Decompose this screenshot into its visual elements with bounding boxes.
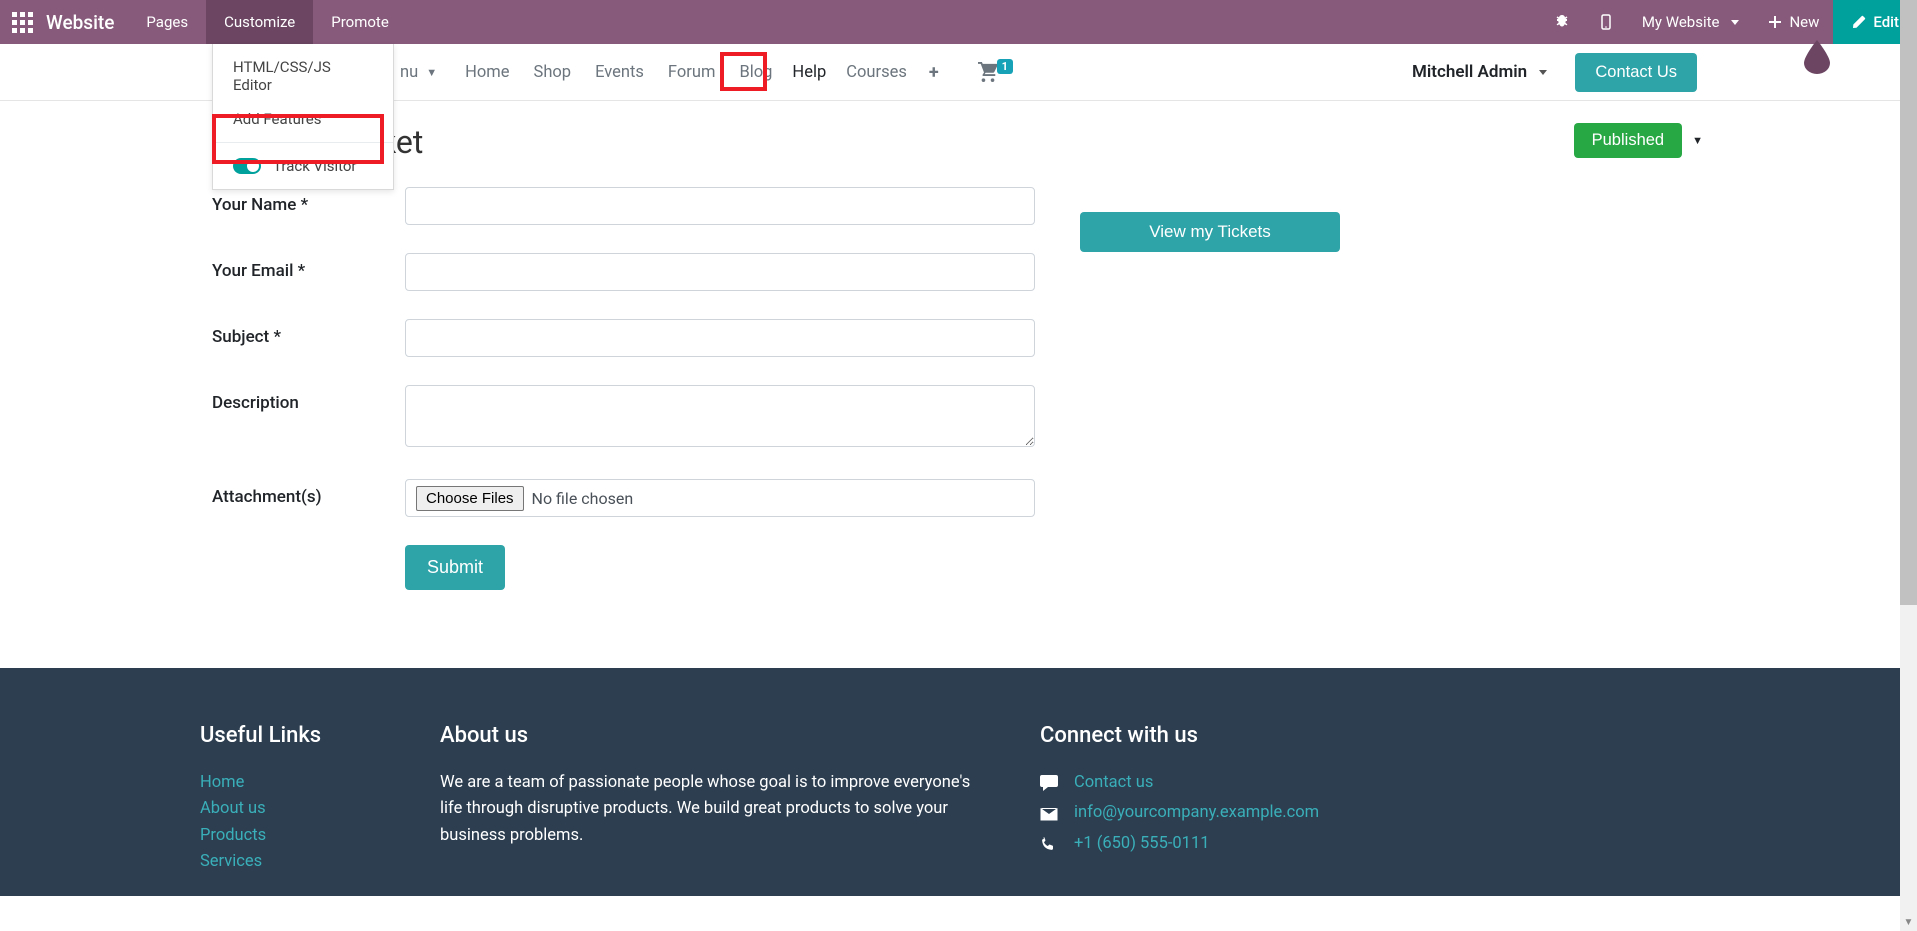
published-status: Published ▼ <box>1574 123 1713 158</box>
input-your-email[interactable] <box>405 253 1035 291</box>
footer-contact-link[interactable]: Contact us <box>1074 770 1153 796</box>
chevron-down-icon[interactable]: ▼ <box>426 66 437 79</box>
chat-icon <box>1040 775 1060 791</box>
submit-button[interactable]: Submit <box>405 545 505 590</box>
edit-label: Edit <box>1873 13 1899 31</box>
nav-help[interactable]: Help <box>784 63 834 82</box>
choose-files-button[interactable]: Choose Files <box>416 486 524 511</box>
dd-add-features[interactable]: Add Features <box>213 102 393 136</box>
mobile-preview-button[interactable] <box>1584 0 1628 44</box>
top-app-bar: Website Pages Customize Promote My Websi… <box>0 0 1917 44</box>
label-subject: Subject * <box>200 319 405 347</box>
nav-home[interactable]: Home <box>453 63 521 82</box>
cart-button[interactable]: 1 <box>977 62 1015 82</box>
my-website-label: My Website <box>1642 13 1720 31</box>
contact-us-button[interactable]: Contact Us <box>1575 53 1697 92</box>
bug-icon <box>1554 14 1570 30</box>
nav-courses[interactable]: Courses <box>834 63 919 82</box>
phone-icon <box>1040 836 1060 852</box>
published-caret[interactable]: ▼ <box>1682 123 1713 158</box>
view-my-tickets-button[interactable]: View my Tickets <box>1080 212 1340 252</box>
apps-grid-icon <box>12 12 33 33</box>
input-your-name[interactable] <box>405 187 1035 225</box>
nav-add-menu[interactable]: + <box>919 62 949 83</box>
toggle-switch-icon[interactable] <box>233 158 261 174</box>
about-heading: About us <box>440 723 980 748</box>
about-text: We are a team of passionate people whose… <box>440 770 980 849</box>
useful-links-heading: Useful Links <box>200 723 380 748</box>
nav-fragment: nu <box>400 63 418 82</box>
new-label: New <box>1789 13 1819 31</box>
label-your-name: Your Name * <box>200 187 405 215</box>
nav-forum[interactable]: Forum <box>656 63 728 82</box>
plus-icon <box>1767 14 1783 30</box>
dropdown-divider <box>213 142 393 143</box>
nav-events[interactable]: Events <box>583 63 656 82</box>
debug-icon-button[interactable] <box>1540 0 1584 44</box>
footer: Useful Links Home About us Products Serv… <box>0 668 1917 896</box>
footer-email-link[interactable]: info@yourcompany.example.com <box>1074 800 1319 826</box>
inkdrop-icon[interactable] <box>1802 40 1832 74</box>
menu-pages[interactable]: Pages <box>128 0 206 44</box>
footer-link-services[interactable]: Services <box>200 849 380 875</box>
sidebar-right: View my Tickets <box>1080 212 1340 252</box>
footer-link-products[interactable]: Products <box>200 823 380 849</box>
apps-menu-icon[interactable] <box>0 12 44 33</box>
dd-html-editor[interactable]: HTML/CSS/JS Editor <box>213 50 393 102</box>
scrollbar[interactable]: ▲ ▼ <box>1900 0 1917 931</box>
customize-dropdown: HTML/CSS/JS Editor Add Features Track Vi… <box>212 44 394 190</box>
my-website-dropdown[interactable]: My Website <box>1628 0 1754 44</box>
ticket-form: Your Name * Your Email * Subject * Descr… <box>200 187 1717 590</box>
menu-promote[interactable]: Promote <box>313 0 407 44</box>
user-name: Mitchell Admin <box>1412 62 1527 82</box>
footer-link-about[interactable]: About us <box>200 796 380 822</box>
label-description: Description <box>200 385 405 413</box>
user-dropdown[interactable]: Mitchell Admin <box>1412 62 1547 82</box>
label-attachments: Attachment(s) <box>200 479 405 507</box>
menu-customize[interactable]: Customize <box>206 0 313 44</box>
connect-heading: Connect with us <box>1040 723 1717 748</box>
nav-blog[interactable]: Blog <box>727 63 784 82</box>
dd-track-visitor[interactable]: Track Visitor <box>213 149 393 183</box>
footer-phone-link[interactable]: +1 (650) 555-0111 <box>1074 831 1210 857</box>
track-visitor-label: Track Visitor <box>273 157 357 175</box>
envelope-icon <box>1040 807 1060 821</box>
nav-shop[interactable]: Shop <box>522 63 584 82</box>
input-description[interactable] <box>405 385 1035 447</box>
cart-icon <box>977 62 999 82</box>
footer-about: About us We are a team of passionate peo… <box>440 723 980 876</box>
cart-badge: 1 <box>997 59 1013 74</box>
footer-link-home[interactable]: Home <box>200 770 380 796</box>
app-brand[interactable]: Website <box>44 11 128 34</box>
pencil-icon <box>1851 14 1867 30</box>
footer-useful-links: Useful Links Home About us Products Serv… <box>200 723 380 876</box>
scroll-down-arrow[interactable]: ▼ <box>1900 914 1917 931</box>
mobile-icon <box>1598 14 1614 30</box>
file-input-wrapper[interactable]: Choose Files No file chosen <box>405 479 1035 517</box>
footer-connect: Connect with us Contact us info@yourcomp… <box>1040 723 1717 876</box>
label-your-email: Your Email * <box>200 253 405 281</box>
no-file-text: No file chosen <box>532 489 634 508</box>
new-button[interactable]: New <box>1753 0 1833 44</box>
input-subject[interactable] <box>405 319 1035 357</box>
scrollbar-thumb[interactable] <box>1900 0 1917 605</box>
published-button[interactable]: Published <box>1574 123 1682 158</box>
